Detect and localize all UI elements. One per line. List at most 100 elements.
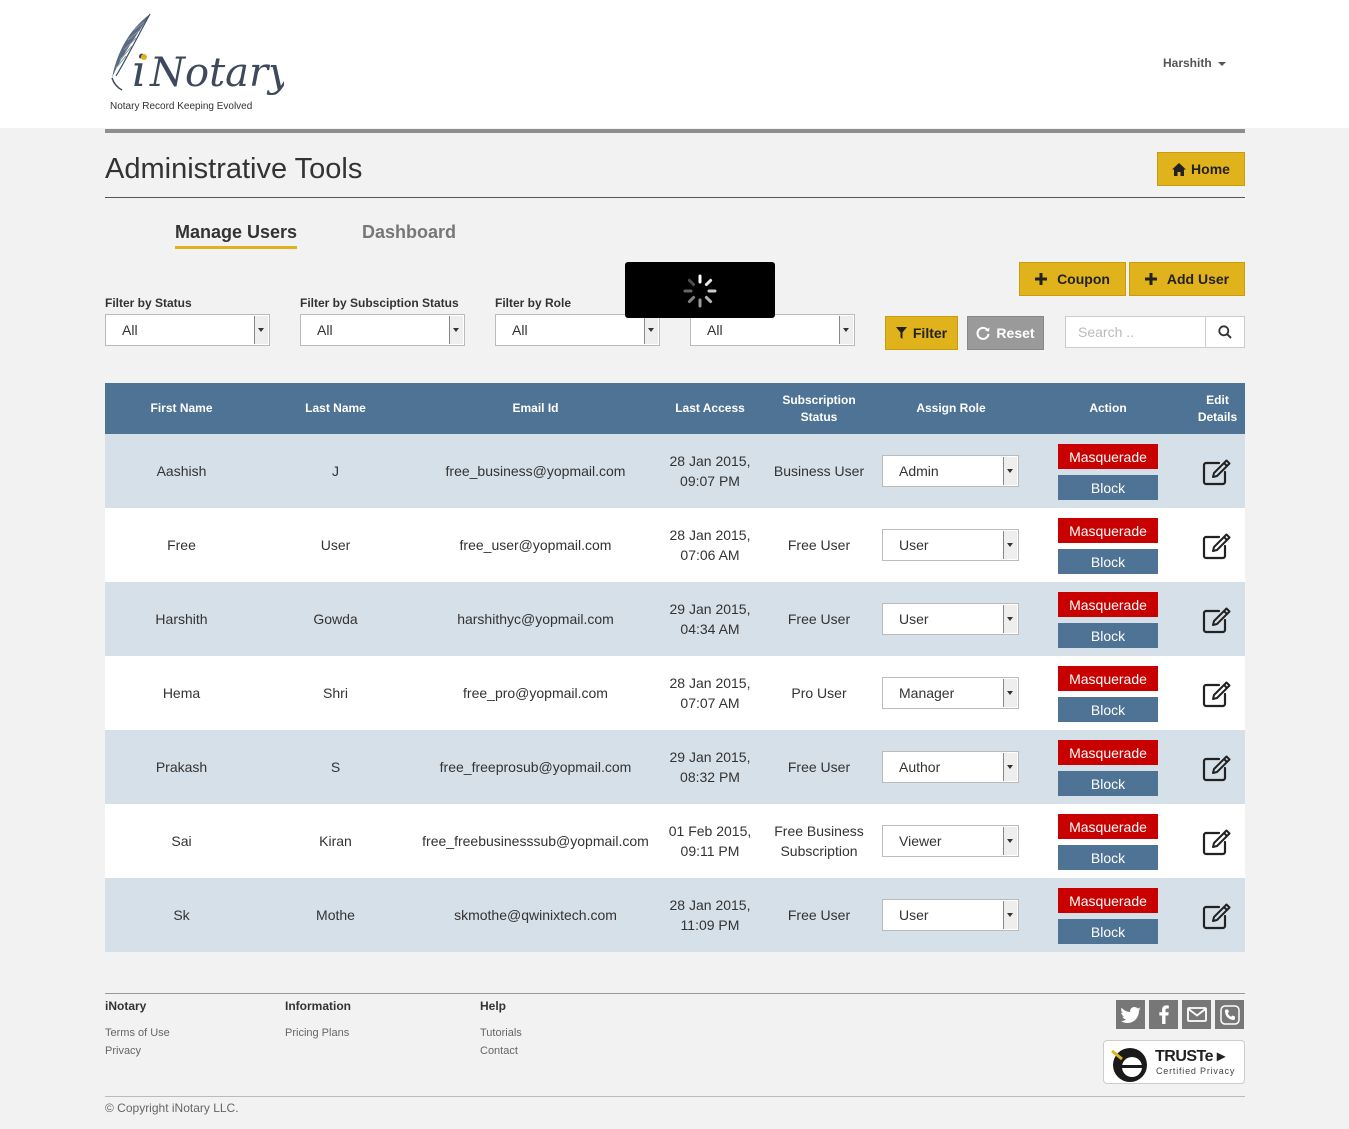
block-button[interactable]: Block (1058, 697, 1158, 722)
footer-link-tutorials[interactable]: Tutorials (480, 1027, 522, 1039)
filter-status-label: Filter by Status (105, 296, 192, 310)
block-button[interactable]: Block (1058, 549, 1158, 574)
assign-role-select[interactable]: User (882, 529, 1019, 561)
dropdown-arrow-icon (1003, 605, 1017, 633)
last-access-time: 08:32 PM (680, 769, 740, 785)
user-menu[interactable]: Harshith (1163, 56, 1226, 70)
subscription-line2: Subscription (780, 843, 858, 859)
cell-subscription-status: Business User (762, 434, 876, 508)
cell-subscription-status: Free User (762, 730, 876, 804)
fourth-filter-select[interactable]: All (690, 314, 855, 346)
cell-last-name: J (332, 463, 339, 479)
truste-title: TRUSTe ▸ (1155, 1048, 1225, 1065)
footer-link-terms[interactable]: Terms of Use (105, 1027, 170, 1039)
search-icon (1218, 325, 1232, 339)
page-title: Administrative Tools (105, 153, 363, 185)
masquerade-button[interactable]: Masquerade (1058, 740, 1158, 765)
block-button[interactable]: Block (1058, 623, 1158, 648)
filter-button[interactable]: Filter (885, 316, 958, 350)
header-action: Action (1089, 401, 1127, 415)
block-button[interactable]: Block (1058, 845, 1158, 870)
header-divider (105, 129, 1245, 133)
footer-help-title: Help (480, 999, 507, 1013)
masquerade-button[interactable]: Masquerade (1058, 592, 1158, 617)
add-user-button[interactable]: Add User (1129, 262, 1245, 296)
assign-role-select[interactable]: User (882, 899, 1019, 931)
masquerade-button[interactable]: Masquerade (1058, 444, 1158, 469)
subscription-filter-select[interactable]: All (300, 314, 465, 346)
filter-subscription-label: Filter by Subsciption Status (300, 296, 459, 310)
search-button[interactable] (1205, 316, 1245, 348)
assign-role-value: Author (899, 759, 941, 775)
tab-dashboard[interactable]: Dashboard (362, 222, 456, 243)
cell-first-name: Sk (173, 907, 190, 923)
edit-icon[interactable] (1202, 458, 1232, 486)
footer-link-contact[interactable]: Contact (480, 1045, 518, 1057)
plus-icon (1035, 273, 1048, 285)
edit-icon[interactable] (1202, 532, 1232, 560)
subscription-line1: Free User (787, 611, 851, 627)
subscription-line1: Pro User (791, 685, 847, 701)
footer-link-pricing[interactable]: Pricing Plans (285, 1027, 349, 1039)
search-input[interactable] (1065, 316, 1206, 348)
assign-role-select[interactable]: User (882, 603, 1019, 635)
twitter-icon[interactable] (1116, 1000, 1145, 1029)
block-button[interactable]: Block (1058, 475, 1158, 500)
dropdown-arrow-icon (1003, 827, 1017, 855)
header-edit-line1: Edit (1206, 392, 1229, 407)
assign-role-select[interactable]: Manager (882, 677, 1019, 709)
assign-role-select[interactable]: Author (882, 751, 1019, 783)
add-user-label: Add User (1166, 271, 1230, 287)
subscription-line1: Free Business (774, 823, 864, 839)
edit-icon[interactable] (1202, 606, 1232, 634)
edit-icon[interactable] (1202, 680, 1232, 708)
table-header: First Name Last Name Email Id Last Acces… (105, 383, 1245, 434)
dropdown-arrow-icon (1003, 901, 1017, 929)
truste-e-icon (1111, 1048, 1147, 1082)
header-sub-line1: Subscription (782, 392, 856, 407)
mail-icon[interactable] (1182, 1000, 1211, 1029)
footer-inotary-title: iNotary (105, 999, 147, 1013)
facebook-icon[interactable] (1149, 1000, 1178, 1029)
dropdown-arrow-icon (839, 316, 853, 344)
status-filter-select[interactable]: All (105, 314, 270, 346)
edit-icon[interactable] (1202, 902, 1232, 930)
coupon-button[interactable]: Coupon (1019, 262, 1126, 296)
truste-badge[interactable]: TRUSTe ▸ Certified Privacy (1103, 1040, 1245, 1084)
edit-icon[interactable] (1202, 828, 1232, 856)
assign-role-select[interactable]: Admin (882, 455, 1019, 487)
header-edit-details: Edit Details (1190, 383, 1245, 434)
masquerade-button[interactable]: Masquerade (1058, 666, 1158, 691)
masquerade-button[interactable]: Masquerade (1058, 814, 1158, 839)
block-button[interactable]: Block (1058, 771, 1158, 796)
masquerade-button[interactable]: Masquerade (1058, 518, 1158, 543)
last-access-time: 04:34 AM (680, 621, 740, 637)
dropdown-arrow-icon (449, 316, 463, 344)
role-filter-select[interactable]: All (495, 314, 660, 346)
block-button[interactable]: Block (1058, 919, 1158, 944)
cell-first-name: Harshith (155, 611, 208, 627)
cell-last-name: Gowda (313, 611, 358, 627)
reset-button[interactable]: Reset (967, 316, 1044, 350)
assign-role-select[interactable]: Viewer (882, 825, 1019, 857)
dropdown-arrow-icon (1003, 753, 1017, 781)
phone-icon[interactable] (1215, 1000, 1244, 1029)
footer-link-privacy[interactable]: Privacy (105, 1045, 141, 1057)
last-access-date: 29 Jan 2015, (669, 601, 751, 617)
edit-icon[interactable] (1202, 754, 1232, 782)
cell-subscription-status: Pro User (762, 656, 876, 730)
home-label: Home (1191, 161, 1230, 177)
last-access-date: 29 Jan 2015, (669, 749, 751, 765)
dropdown-arrow-icon (644, 316, 658, 344)
fourth-filter-value: All (707, 322, 723, 338)
refresh-icon (976, 326, 990, 340)
cell-last-name: S (330, 759, 341, 775)
last-access-time: 11:09 PM (680, 917, 740, 933)
tab-manage-users[interactable]: Manage Users (175, 222, 298, 249)
cell-last-access: 01 Feb 2015, 09:11 PM (658, 804, 762, 878)
last-access-time: 09:07 PM (680, 473, 740, 489)
home-button[interactable]: Home (1157, 152, 1245, 186)
cell-last-access: 28 Jan 2015, 09:07 PM (658, 434, 762, 508)
masquerade-button[interactable]: Masquerade (1058, 888, 1158, 913)
reset-label: Reset (996, 325, 1035, 341)
